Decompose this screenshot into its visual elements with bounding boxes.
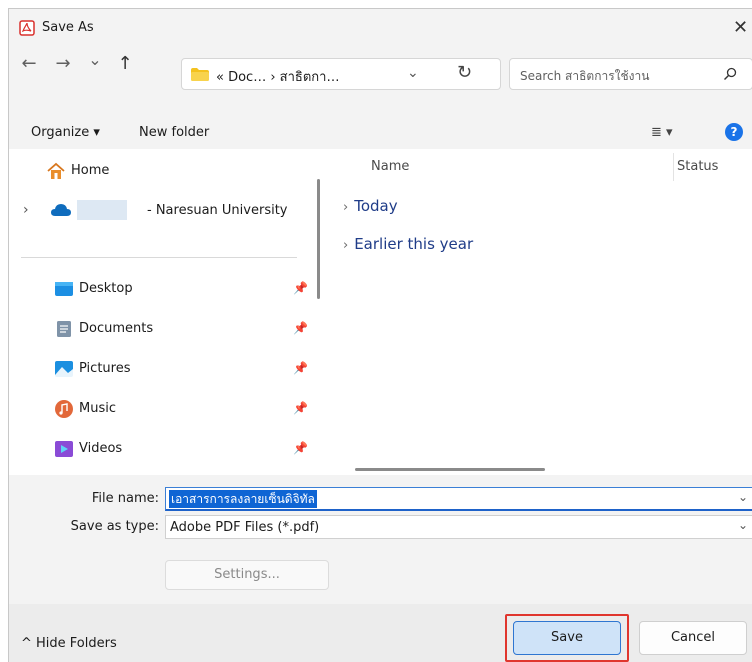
expand-chevron-icon[interactable]: › — [23, 202, 29, 218]
sidebar-item-label: Pictures — [79, 361, 131, 376]
up-folder-icon[interactable]: ↑ — [113, 54, 137, 78]
help-icon[interactable]: ? — [725, 123, 743, 141]
group-label: Today — [354, 197, 398, 215]
sidebar-item-label: Music — [79, 401, 116, 416]
save-as-dialog: Save As ✕ ← → ⌄ ↑ « Doc… › สาธิตกา… ⌄ ↻ … — [8, 8, 752, 662]
folder-icon — [191, 68, 209, 81]
documents-icon — [57, 321, 71, 337]
pdf-app-icon — [19, 20, 35, 36]
forward-icon[interactable]: → — [51, 54, 75, 78]
back-icon[interactable]: ← — [17, 54, 41, 78]
sidebar-item-desktop[interactable]: Desktop 📌 — [21, 271, 311, 307]
search-placeholder: Search สาธิตการใช้งาน — [520, 69, 650, 83]
settings-button[interactable]: Settings... — [165, 560, 329, 590]
pin-icon[interactable]: 📌 — [293, 321, 308, 335]
chevron-right-icon: › — [343, 200, 349, 215]
file-name-field[interactable]: เอาสารการลงลายเซ็นดิจิทัล ⌄ — [165, 487, 752, 511]
sidebar-item-label: Desktop — [79, 281, 133, 296]
chevron-down-icon[interactable]: ⌄ — [738, 490, 748, 504]
desktop-icon — [55, 282, 73, 296]
cancel-button[interactable]: Cancel — [639, 621, 747, 655]
search-box[interactable]: Search สาธิตการใช้งาน — [509, 58, 752, 90]
group-label: Earlier this year — [354, 235, 474, 253]
sidebar-item-label: Videos — [79, 441, 123, 456]
address-dropdown-icon[interactable]: ⌄ — [407, 65, 419, 81]
title-bar: Save As ✕ — [9, 9, 752, 47]
group-earlier-this-year[interactable]: › Earlier this year — [343, 235, 473, 253]
save-button[interactable]: Save — [513, 621, 621, 655]
group-today[interactable]: › Today — [343, 197, 398, 215]
sidebar-item-music[interactable]: Music 📌 — [21, 391, 311, 427]
file-name-value[interactable]: เอาสารการลงลายเซ็นดิจิทัล — [169, 490, 317, 508]
redacted-account-name — [77, 200, 127, 220]
save-as-type-select[interactable]: Adobe PDF Files (*.pdf) ⌄ — [165, 515, 752, 539]
chevron-down-icon[interactable]: ⌄ — [738, 518, 748, 532]
sidebar-scrollbar[interactable] — [317, 179, 320, 299]
column-header-status[interactable]: Status — [677, 159, 718, 174]
file-name-label: File name: — [91, 491, 159, 506]
file-list-scrollbar[interactable] — [355, 468, 545, 471]
hide-folders-button[interactable]: ^ Hide Folders — [21, 636, 117, 651]
close-icon[interactable]: ✕ — [733, 16, 752, 40]
pin-icon[interactable]: 📌 — [293, 401, 308, 415]
save-as-type-label: Save as type: — [70, 519, 159, 534]
view-options-icon[interactable]: ≣ ▾ — [651, 125, 673, 140]
sidebar-item-pictures[interactable]: Pictures 📌 — [21, 351, 311, 387]
search-icon[interactable] — [723, 67, 737, 81]
refresh-icon[interactable]: ↻ — [457, 62, 472, 83]
address-bar[interactable]: « Doc… › สาธิตกา… ⌄ ↻ — [181, 58, 501, 90]
top-strip — [0, 0, 752, 8]
pin-icon[interactable]: 📌 — [293, 281, 308, 295]
sidebar-item-label: Documents — [79, 321, 154, 336]
chevron-right-icon: › — [343, 238, 349, 253]
sidebar-item-onedrive[interactable]: › - Naresuan University — [21, 193, 311, 229]
sidebar-item-videos[interactable]: Videos 📌 — [21, 431, 311, 467]
sidebar-item-label: - Naresuan University — [147, 203, 288, 218]
column-divider — [673, 153, 674, 181]
address-path: « Doc… › สาธิตกา… — [216, 70, 340, 85]
sidebar-item-documents[interactable]: Documents 📌 — [21, 311, 311, 347]
sidebar-divider — [21, 257, 297, 258]
pictures-icon — [55, 361, 73, 377]
recent-locations-icon[interactable]: ⌄ — [83, 50, 107, 74]
onedrive-cloud-icon — [51, 204, 71, 216]
organize-menu[interactable]: Organize ▾ — [31, 125, 100, 140]
sidebar-item-home[interactable]: Home — [21, 153, 311, 189]
save-as-type-value: Adobe PDF Files (*.pdf) — [170, 520, 320, 535]
videos-icon — [55, 441, 73, 457]
home-icon — [47, 162, 65, 179]
sidebar-item-label: Home — [71, 163, 110, 178]
column-header-name[interactable]: Name — [371, 159, 409, 174]
music-icon — [55, 400, 73, 418]
new-folder-button[interactable]: New folder — [139, 125, 209, 140]
pin-icon[interactable]: 📌 — [293, 361, 308, 375]
window-title: Save As — [42, 20, 94, 35]
pin-icon[interactable]: 📌 — [293, 441, 308, 455]
